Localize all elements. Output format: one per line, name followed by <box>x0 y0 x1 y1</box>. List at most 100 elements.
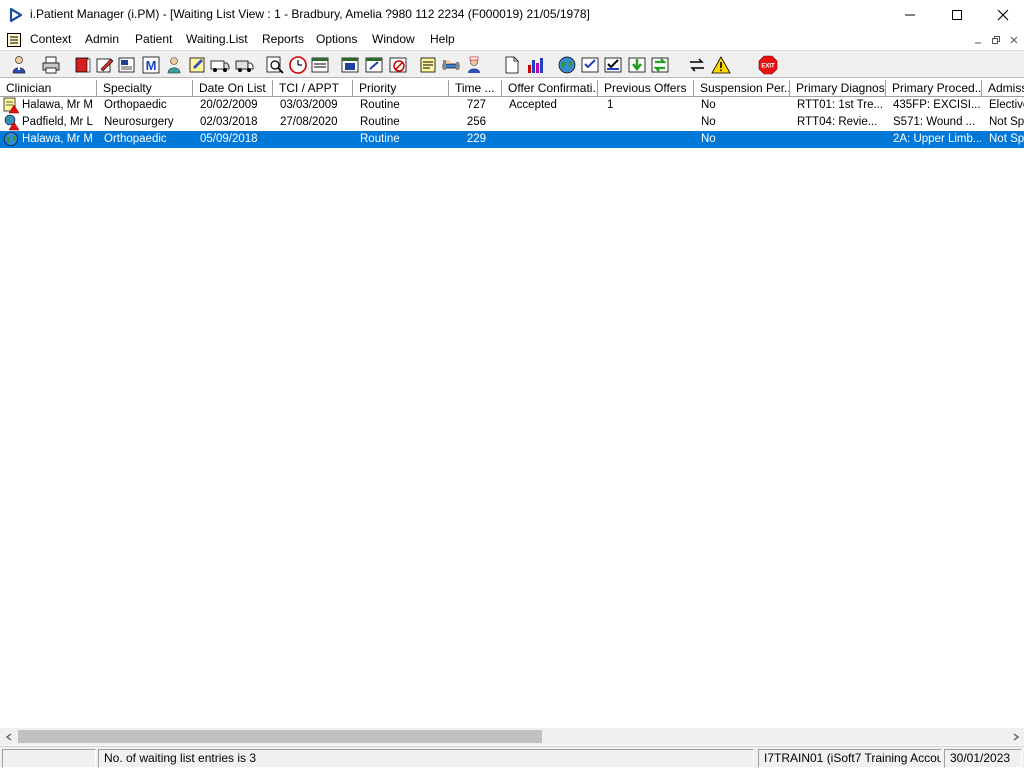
clock-button[interactable] <box>287 54 309 76</box>
warning-button[interactable] <box>710 54 732 76</box>
menu-waiting-list[interactable]: Waiting.List <box>186 32 248 46</box>
menu-admin[interactable]: Admin <box>85 32 119 46</box>
column-header-previous-offers[interactable]: Previous Offers <box>598 80 694 97</box>
letter-m-button[interactable]: M <box>140 54 162 76</box>
ambulance-button[interactable] <box>209 54 231 76</box>
cell-primary-diagnosis: RTT01: 1st Tre... <box>797 99 884 111</box>
printer-icon <box>42 56 60 74</box>
document-view-icon <box>118 57 135 73</box>
cell-primary-diagnosis <box>797 131 885 148</box>
menu-reports[interactable]: Reports <box>262 32 304 46</box>
document-view-button[interactable] <box>116 54 138 76</box>
cell-tci-appt: 27/08/2020 <box>280 116 338 128</box>
close-button[interactable] <box>980 0 1024 30</box>
bed-icon <box>442 60 460 70</box>
column-header-admission[interactable]: Admissi <box>982 80 1024 97</box>
mdi-close-button[interactable] <box>1006 33 1022 47</box>
menu-window[interactable]: Window <box>372 32 415 46</box>
no-entry-window-button[interactable] <box>387 54 409 76</box>
cell-priority: Routine <box>360 133 400 145</box>
scroll-right-button[interactable] <box>1007 728 1024 745</box>
table-row[interactable]: Halawa, Mr M Orthopaedic 20/02/2009 03/0… <box>0 97 1024 114</box>
bar-chart-button[interactable] <box>525 54 547 76</box>
patient-alert-icon <box>3 97 20 114</box>
cell-time: 229 <box>466 133 486 145</box>
column-header-time[interactable]: Time ... <box>449 80 502 97</box>
horizontal-scrollbar[interactable] <box>0 728 1024 745</box>
cell-tci-appt: 03/03/2009 <box>280 99 338 111</box>
green-arrow-flip-button[interactable] <box>649 54 671 76</box>
column-header-primary-diagnosis[interactable]: Primary Diagnosis <box>790 80 886 97</box>
checklist-icon <box>581 57 599 73</box>
cell-clinician: Halawa, Mr M <box>22 133 93 145</box>
menu-help[interactable]: Help <box>430 32 455 46</box>
cell-clinician: Halawa, Mr M <box>22 99 93 111</box>
cell-time: 256 <box>466 116 486 128</box>
list-window-button[interactable] <box>309 54 331 76</box>
table-row[interactable]: Padfield, Mr L Neurosurgery 02/03/2018 2… <box>0 114 1024 131</box>
checklist-button[interactable] <box>579 54 601 76</box>
maximize-button[interactable] <box>934 0 980 30</box>
status-bar: No. of waiting list entries is 3 I7TRAIN… <box>0 746 1024 768</box>
notepad-button[interactable] <box>417 54 439 76</box>
cell-offer-confirmation: Accepted <box>509 99 557 111</box>
menu-patient[interactable]: Patient <box>135 32 172 46</box>
notes-button[interactable] <box>186 54 208 76</box>
blank-page-button[interactable] <box>501 54 523 76</box>
cell-suspension: No <box>701 116 716 128</box>
transport-button[interactable] <box>233 54 255 76</box>
grid-header: Clinician Specialty Date On List TCI / A… <box>0 80 1024 97</box>
patient-alert-icon <box>4 114 20 131</box>
form-window-button[interactable] <box>363 54 385 76</box>
column-header-clinician[interactable]: Clinician <box>0 80 97 97</box>
svg-text:EXIT: EXIT <box>761 64 775 70</box>
scroll-left-button[interactable] <box>0 728 17 745</box>
edit-record-button[interactable] <box>94 54 116 76</box>
minimize-button[interactable] <box>887 0 933 30</box>
patient-search-button[interactable] <box>8 54 30 76</box>
column-header-date-on-list[interactable]: Date On List <box>193 80 273 97</box>
table-row-selected[interactable]: Halawa, Mr M Orthopaedic 05/09/2018 Rout… <box>0 131 1024 148</box>
doctor-button[interactable] <box>163 54 185 76</box>
nurse-button[interactable] <box>463 54 485 76</box>
form-window-icon <box>365 57 383 73</box>
search-document-icon <box>266 56 284 74</box>
exit-button[interactable]: EXIT <box>757 54 779 76</box>
cell-date-on-list: 05/09/2018 <box>200 133 258 145</box>
cell-time: 727 <box>466 99 486 111</box>
print-button[interactable] <box>40 54 62 76</box>
green-arrow-down-button[interactable] <box>626 54 648 76</box>
globe-button[interactable] <box>556 54 578 76</box>
column-header-offer-confirmation[interactable]: Offer Confirmati... <box>502 80 598 97</box>
swap-arrows-button[interactable] <box>686 54 708 76</box>
status-pane-empty <box>2 749 96 768</box>
cell-specialty: Neurosurgery <box>104 116 174 128</box>
image-window-button[interactable] <box>339 54 361 76</box>
menu-context[interactable]: Context <box>30 32 71 46</box>
mdi-minimize-button[interactable] <box>970 33 986 47</box>
book-button[interactable] <box>72 54 94 76</box>
notepad-icon <box>420 57 436 73</box>
clock-icon <box>289 56 307 74</box>
mdi-restore-button[interactable] <box>988 33 1004 47</box>
bed-button[interactable] <box>440 54 462 76</box>
menu-options[interactable]: Options <box>316 32 357 46</box>
svg-text:M: M <box>146 58 157 73</box>
column-header-primary-procedure[interactable]: Primary Proced... <box>886 80 982 97</box>
edit-record-icon <box>96 58 114 73</box>
toolbar: M EXIT <box>0 50 1024 78</box>
search-document-button[interactable] <box>264 54 286 76</box>
document-menu-icon[interactable] <box>6 32 22 48</box>
swap-arrows-icon <box>690 58 704 72</box>
column-header-suspension[interactable]: Suspension Per... <box>694 80 790 97</box>
doctor-icon <box>167 57 181 74</box>
column-header-tci-appt[interactable]: TCI / APPT <box>273 80 353 97</box>
image-window-icon <box>341 57 359 73</box>
column-header-priority[interactable]: Priority <box>353 80 449 97</box>
scrollbar-thumb[interactable] <box>18 730 542 743</box>
exit-icon: EXIT <box>758 55 778 75</box>
warning-icon <box>711 56 731 74</box>
checklist-alt-button[interactable] <box>602 54 624 76</box>
column-header-specialty[interactable]: Specialty <box>97 80 193 97</box>
chevron-left-icon <box>5 732 11 741</box>
